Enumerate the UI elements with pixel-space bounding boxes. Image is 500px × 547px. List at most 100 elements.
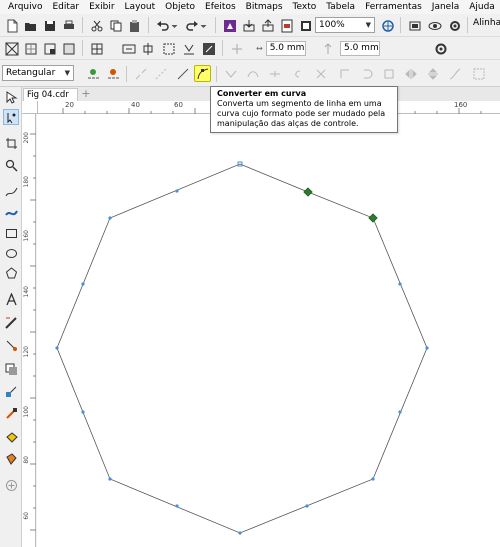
octagon-drawing[interactable] bbox=[37, 114, 500, 547]
ellipse-tool-icon[interactable] bbox=[3, 245, 19, 261]
pick-tool-icon[interactable] bbox=[3, 89, 19, 105]
copy-icon[interactable] bbox=[107, 17, 124, 34]
connector-tool-icon[interactable] bbox=[3, 337, 19, 353]
node[interactable] bbox=[108, 216, 112, 220]
node[interactable] bbox=[55, 346, 59, 350]
text-tool-icon[interactable] bbox=[3, 291, 19, 307]
distribute-icon[interactable] bbox=[160, 40, 177, 57]
menu-texto[interactable]: Texto bbox=[288, 0, 322, 14]
node[interactable] bbox=[371, 477, 375, 481]
document-tab[interactable]: Fig 04.cdr bbox=[23, 88, 78, 101]
menu-exibir[interactable]: Exibir bbox=[84, 0, 119, 14]
redo-icon[interactable] bbox=[183, 17, 200, 34]
polygon-tool-icon[interactable] bbox=[3, 265, 19, 281]
zoom-level-dropdown[interactable]: 100% ▼ bbox=[315, 17, 375, 33]
view-preview-icon[interactable] bbox=[426, 17, 443, 34]
selection-mode-dropdown[interactable]: Retangular ▼ bbox=[2, 65, 74, 81]
app-launcher-icon[interactable] bbox=[297, 17, 314, 34]
break-curve-icon[interactable] bbox=[152, 65, 169, 82]
corel-connect-icon[interactable] bbox=[221, 17, 238, 34]
control-point[interactable] bbox=[175, 504, 179, 508]
selected-node[interactable] bbox=[368, 213, 378, 223]
control-point[interactable] bbox=[81, 410, 85, 414]
nudge-y-field[interactable]: 5.0 mm bbox=[340, 40, 380, 56]
new-document-icon[interactable] bbox=[3, 17, 20, 34]
align-nodes-icon[interactable] bbox=[200, 40, 217, 57]
elastic-mode-icon[interactable] bbox=[446, 65, 463, 82]
menu-ferramentas[interactable]: Ferramentas bbox=[360, 0, 427, 14]
node[interactable] bbox=[108, 477, 112, 481]
menu-editar[interactable]: Editar bbox=[47, 0, 84, 14]
align-center-vertical-icon[interactable] bbox=[139, 40, 156, 57]
interactive-fill-tool-icon[interactable] bbox=[3, 429, 19, 445]
selected-node[interactable] bbox=[303, 187, 313, 197]
drop-shadow-tool-icon[interactable] bbox=[3, 361, 19, 377]
node[interactable] bbox=[238, 531, 242, 535]
control-point[interactable] bbox=[398, 410, 402, 414]
symmetrical-node-icon[interactable] bbox=[266, 65, 283, 82]
duplicate-distance-icon[interactable] bbox=[228, 40, 245, 57]
nudge-x-field[interactable]: ↔ 5.0 mm bbox=[256, 40, 306, 56]
cut-icon[interactable] bbox=[88, 17, 105, 34]
ruler-origin[interactable] bbox=[22, 101, 38, 114]
zoom-tool-icon[interactable] bbox=[3, 157, 19, 173]
reverse-direction-icon[interactable] bbox=[288, 65, 305, 82]
convert-to-curve-icon[interactable] bbox=[194, 65, 211, 82]
nudge-y-value[interactable]: 5.0 mm bbox=[340, 40, 380, 56]
snap-objects-icon[interactable] bbox=[41, 40, 58, 57]
add-tool-plus-icon[interactable] bbox=[3, 477, 19, 493]
freehand-tool-icon[interactable] bbox=[3, 183, 19, 199]
full-screen-preview-icon[interactable] bbox=[406, 17, 423, 34]
smart-fill-tool-icon[interactable] bbox=[3, 451, 19, 467]
undo-dropdown-icon[interactable] bbox=[170, 17, 179, 34]
align-bottom-icon[interactable] bbox=[180, 40, 197, 57]
nudge-y-icon[interactable] bbox=[319, 40, 336, 57]
publish-pdf-icon[interactable] bbox=[278, 17, 295, 34]
control-point[interactable] bbox=[305, 504, 309, 508]
nudge-x-value[interactable]: 5.0 mm bbox=[265, 40, 306, 56]
paste-icon[interactable] bbox=[126, 17, 143, 34]
align-nodes-icon[interactable] bbox=[380, 65, 397, 82]
save-icon[interactable] bbox=[41, 17, 58, 34]
drawing-canvas[interactable] bbox=[37, 114, 500, 547]
delete-node-icon[interactable] bbox=[104, 65, 121, 82]
print-icon[interactable] bbox=[60, 17, 77, 34]
zoom-fit-icon[interactable] bbox=[379, 17, 396, 34]
join-nodes-icon[interactable] bbox=[132, 65, 149, 82]
menu-ajuda[interactable]: Ajuda bbox=[464, 0, 500, 14]
menu-janela[interactable]: Janela bbox=[427, 0, 464, 14]
export-icon[interactable] bbox=[259, 17, 276, 34]
control-point[interactable] bbox=[81, 282, 85, 286]
snap-grid-icon[interactable] bbox=[22, 40, 39, 57]
align-left-icon[interactable] bbox=[88, 40, 105, 57]
align-center-icon[interactable] bbox=[120, 40, 137, 57]
control-point[interactable] bbox=[398, 282, 402, 286]
color-eyedropper-tool-icon[interactable] bbox=[3, 405, 19, 421]
control-point[interactable] bbox=[175, 189, 179, 193]
shape-tool-icon[interactable] bbox=[3, 109, 19, 125]
add-node-icon[interactable] bbox=[84, 65, 101, 82]
parallel-dimension-tool-icon[interactable] bbox=[3, 315, 19, 331]
rectangle-tool-icon[interactable] bbox=[3, 225, 19, 241]
snap-off-icon[interactable] bbox=[3, 40, 20, 57]
redo-dropdown-icon[interactable] bbox=[199, 17, 208, 34]
options-gear-icon[interactable] bbox=[446, 17, 463, 34]
stretch-nodes-icon[interactable] bbox=[336, 65, 353, 82]
transparency-tool-icon[interactable] bbox=[3, 383, 19, 399]
reflect-vertical-icon[interactable] bbox=[424, 65, 441, 82]
artistic-media-tool-icon[interactable] bbox=[3, 204, 19, 220]
align-label[interactable]: Alinha bbox=[473, 18, 500, 28]
extend-curve-icon[interactable] bbox=[312, 65, 329, 82]
snap-guides-icon[interactable] bbox=[60, 40, 77, 57]
menu-tabela[interactable]: Tabela bbox=[321, 0, 360, 14]
select-all-nodes-icon[interactable] bbox=[470, 65, 487, 82]
rotate-nodes-icon[interactable] bbox=[358, 65, 375, 82]
smooth-node-icon[interactable] bbox=[244, 65, 261, 82]
reflect-horizontal-icon[interactable] bbox=[402, 65, 419, 82]
menu-layout[interactable]: Layout bbox=[120, 0, 161, 14]
open-folder-icon[interactable] bbox=[22, 17, 39, 34]
menu-efeitos[interactable]: Efeitos bbox=[200, 0, 241, 14]
undo-icon[interactable] bbox=[154, 17, 171, 34]
import-icon[interactable] bbox=[240, 17, 257, 34]
cusp-node-icon[interactable] bbox=[222, 65, 239, 82]
